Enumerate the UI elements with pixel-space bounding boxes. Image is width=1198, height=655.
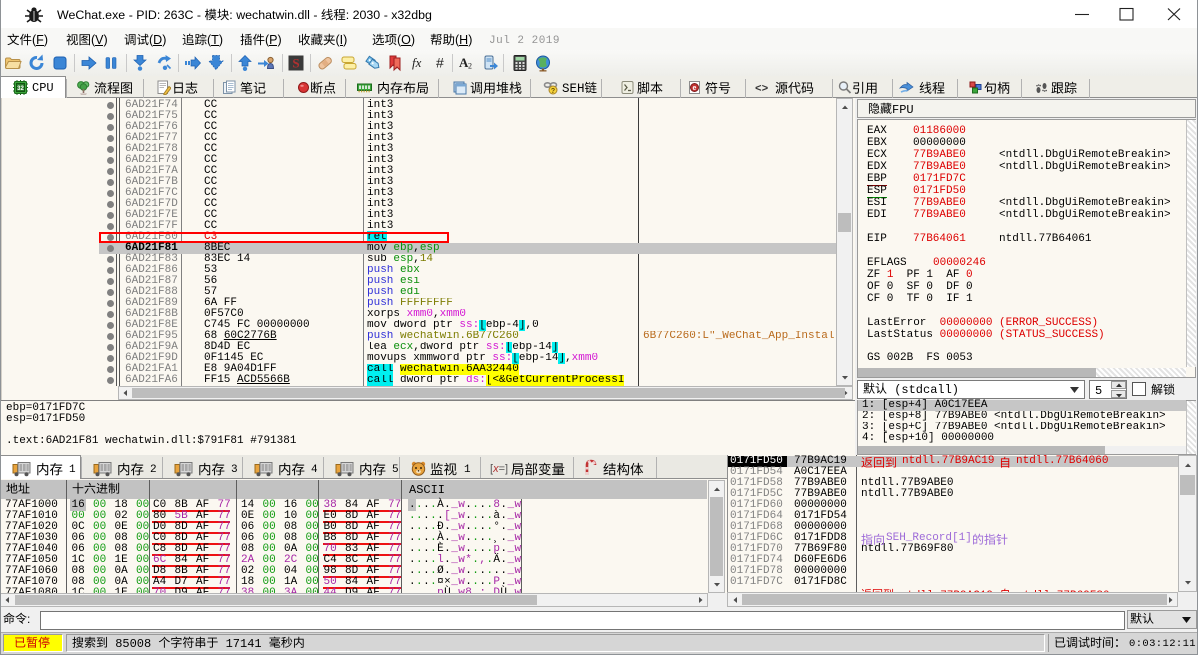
svg-text::: : (27, 612, 30, 626)
svg-text:S: S (292, 56, 299, 71)
svg-text:263C: 263C (164, 8, 194, 22)
svg-text:PID:: PID: (136, 8, 160, 22)
svg-text::: : (229, 8, 232, 22)
svg-text:e: e (693, 85, 697, 92)
svg-text:-: - (129, 8, 133, 22)
svg-text:wechatwin.dll: wechatwin.dll (235, 8, 310, 22)
svg-text:#: # (436, 55, 444, 71)
svg-text:-: - (313, 8, 317, 22)
svg-text:SEH: SEH (562, 82, 585, 96)
svg-text:85008: 85008 (115, 637, 151, 651)
svg-text:x32dbg: x32dbg (391, 8, 432, 22)
svg-text:-: - (384, 8, 388, 22)
svg-text:2: 2 (468, 62, 472, 71)
svg-text:(stdcall): (stdcall) (894, 383, 959, 397)
svg-text:<>: <> (755, 84, 769, 96)
svg-text:17141: 17141 (226, 637, 262, 651)
svg-text:?: ? (551, 88, 555, 95)
svg-text:2030: 2030 (353, 8, 381, 22)
svg-text:32: 32 (17, 86, 24, 92)
svg-text:-: - (197, 8, 201, 22)
svg-text:FPU: FPU (892, 103, 914, 117)
svg-text::: : (346, 8, 349, 22)
svg-text:fx: fx (412, 55, 422, 70)
svg-text:WeChat.exe: WeChat.exe (57, 8, 125, 22)
